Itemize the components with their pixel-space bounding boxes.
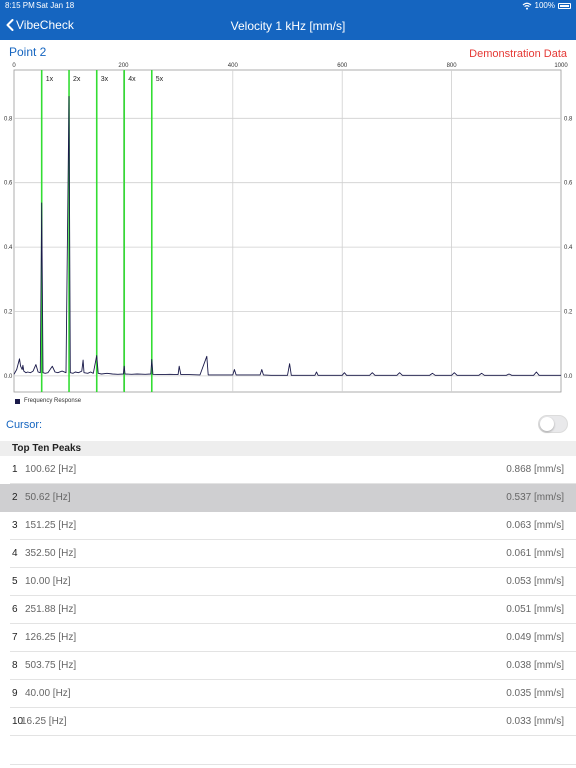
peak-amplitude: 0.049 [mm/s] <box>506 632 564 643</box>
x-tick-label: 0 <box>12 63 16 69</box>
peaks-header: Top Ten Peaks <box>0 441 576 456</box>
peak-row[interactable]: 8 503.75 [Hz] 0.038 [mm/s] <box>0 652 576 680</box>
peak-frequency: 50.62 [Hz] <box>25 492 71 503</box>
y-tick-label-left: 0.0 <box>4 374 13 380</box>
peak-rank: 5 <box>12 576 18 587</box>
peak-row[interactable]: 10 16.25 [Hz] 0.033 [mm/s] <box>0 708 576 736</box>
status-bar: 8:15 PM Sat Jan 18 100% <box>0 0 576 12</box>
peak-row[interactable]: 1 100.62 [Hz] 0.868 [mm/s] <box>0 456 576 484</box>
peak-rank: 9 <box>12 688 18 699</box>
status-time: 8:15 PM <box>5 1 35 10</box>
y-tick-label-left: 0.8 <box>4 116 13 122</box>
peak-rank: 3 <box>12 520 18 531</box>
cursor-label: Cursor: <box>6 419 43 431</box>
peak-amplitude: 0.035 [mm/s] <box>506 688 564 699</box>
status-right: 100% <box>522 1 571 10</box>
battery-percent: 100% <box>534 1 555 10</box>
peak-frequency: 503.75 [Hz] <box>25 660 77 671</box>
y-tick-label-right: 0.8 <box>564 116 573 122</box>
peak-amplitude: 0.053 [mm/s] <box>506 576 564 587</box>
peak-frequency: 126.25 [Hz] <box>25 632 77 643</box>
page-title: Velocity 1 kHz [mm/s] <box>230 19 346 33</box>
peak-rank: 7 <box>12 632 18 643</box>
peak-rank: 6 <box>12 604 18 615</box>
list-bottom-divider <box>10 764 576 765</box>
x-tick-label: 800 <box>447 63 458 69</box>
peak-frequency: 151.25 [Hz] <box>25 520 77 531</box>
peaks-list: 1 100.62 [Hz] 0.868 [mm/s] 2 50.62 [Hz] … <box>0 456 576 736</box>
y-tick-label-left: 0.2 <box>4 310 13 316</box>
peak-amplitude: 0.051 [mm/s] <box>506 604 564 615</box>
legend-label: Frequency Response <box>24 398 82 404</box>
peaks-header-label: Top Ten Peaks <box>12 443 82 454</box>
peak-frequency: 10.00 [Hz] <box>25 576 71 587</box>
peak-row[interactable]: 4 352.50 [Hz] 0.061 [mm/s] <box>0 540 576 568</box>
cursor-toggle[interactable] <box>538 415 568 433</box>
peak-rank: 1 <box>12 464 18 475</box>
peak-frequency: 251.88 [Hz] <box>25 604 77 615</box>
peak-row[interactable]: 7 126.25 [Hz] 0.049 [mm/s] <box>0 624 576 652</box>
peak-amplitude: 0.063 [mm/s] <box>506 520 564 531</box>
peak-row[interactable]: 5 10.00 [Hz] 0.053 [mm/s] <box>0 568 576 596</box>
nav-bar: VibeCheck Velocity 1 kHz [mm/s] <box>0 12 576 40</box>
harmonic-marker-label: 2x <box>73 76 81 83</box>
peak-frequency: 352.50 [Hz] <box>25 548 77 559</box>
peak-frequency: 40.00 [Hz] <box>25 688 71 699</box>
peak-rank: 8 <box>12 660 18 671</box>
y-tick-label-right: 0.0 <box>564 374 573 380</box>
peak-frequency: 100.62 [Hz] <box>25 464 77 475</box>
harmonic-marker-label: 5x <box>156 76 164 83</box>
peak-amplitude: 0.868 [mm/s] <box>506 464 564 475</box>
peak-amplitude: 0.033 [mm/s] <box>506 716 564 727</box>
peak-rank: 4 <box>12 548 18 559</box>
peak-amplitude: 0.038 [mm/s] <box>506 660 564 671</box>
frequency-chart[interactable]: 0 200 400 600 800 1000 0.0 0.0 0.2 0.2 0.4 0.4 0.6 0.… <box>0 58 576 396</box>
y-tick-label-right: 0.6 <box>564 181 573 187</box>
battery-icon <box>558 2 571 9</box>
point-label: Point 2 <box>9 45 47 59</box>
y-tick-label-left: 0.4 <box>4 245 13 251</box>
peak-row[interactable]: 3 151.25 [Hz] 0.063 [mm/s] <box>0 512 576 540</box>
harmonic-marker-label: 3x <box>101 76 109 83</box>
x-tick-label: 600 <box>337 63 348 69</box>
wifi-icon <box>522 2 531 10</box>
y-tick-label-left: 0.6 <box>4 181 13 187</box>
peak-rank: 2 <box>12 492 18 503</box>
chart-legend: Frequency Response <box>15 398 81 404</box>
peak-amplitude: 0.061 [mm/s] <box>506 548 564 559</box>
x-tick-label: 1000 <box>554 63 568 69</box>
y-tick-label-right: 0.4 <box>564 245 573 251</box>
peak-row[interactable]: 6 251.88 [Hz] 0.051 [mm/s] <box>0 596 576 624</box>
y-tick-label-right: 0.2 <box>564 310 573 316</box>
harmonic-marker-label: 1x <box>46 76 54 83</box>
peak-frequency: 16.25 [Hz] <box>21 716 67 727</box>
status-date: Sat Jan 18 <box>36 1 75 10</box>
toggle-knob <box>540 417 554 431</box>
legend-swatch <box>15 398 20 404</box>
peak-row[interactable]: 2 50.62 [Hz] 0.537 [mm/s] <box>0 484 576 512</box>
harmonic-marker-label: 4x <box>128 76 136 83</box>
peak-row[interactable]: 9 40.00 [Hz] 0.035 [mm/s] <box>0 680 576 708</box>
x-tick-label: 200 <box>118 63 129 69</box>
peak-amplitude: 0.537 [mm/s] <box>506 492 564 503</box>
x-tick-label: 400 <box>228 63 239 69</box>
